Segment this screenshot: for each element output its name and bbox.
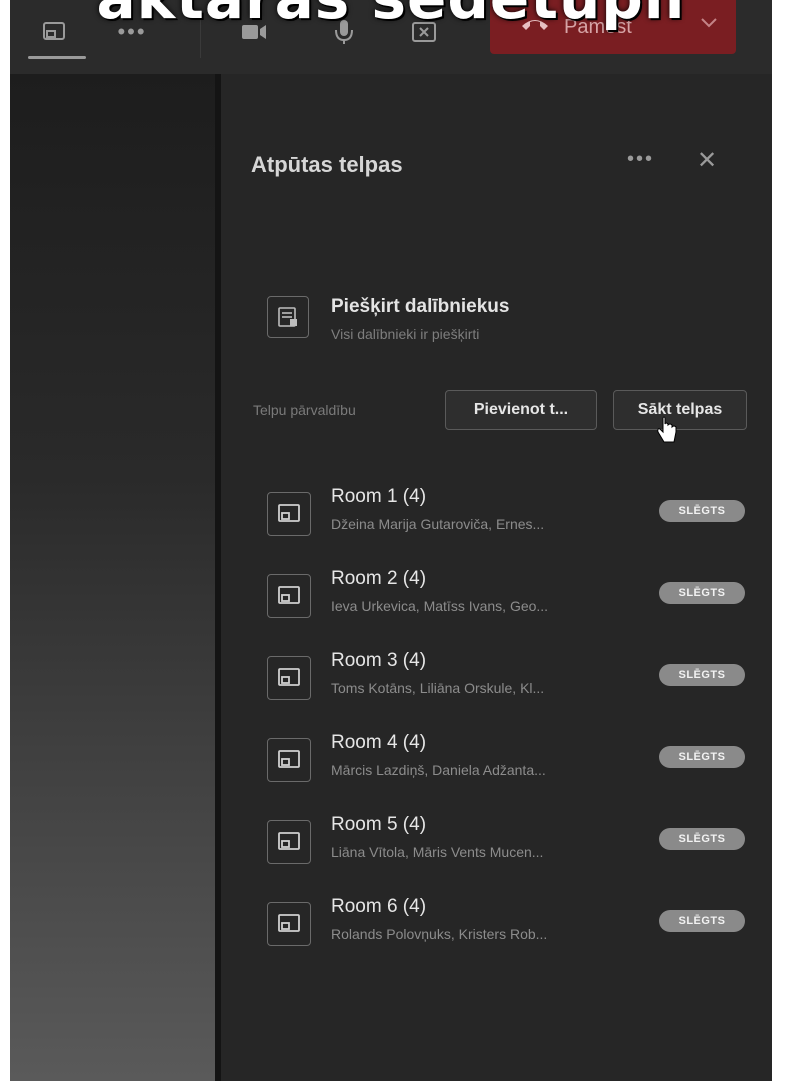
status-badge: SLĒGTS <box>659 746 745 768</box>
meeting-window: ••• Pamest aktarās sēdētupli Atpūtas tel… <box>10 0 772 1081</box>
status-badge: SLĒGTS <box>659 664 745 686</box>
meeting-stage <box>10 74 215 1081</box>
room-name: Room 3 (4) <box>331 650 427 671</box>
assign-participants-icon[interactable] <box>267 296 309 338</box>
room-members: Džeina Marija Gutaroviča, Ernes... <box>331 516 545 532</box>
room-icon <box>267 738 311 782</box>
active-tab-indicator <box>28 56 86 59</box>
list-item[interactable]: Room 5 (4) Liāna Vītola, Māris Vents Muc… <box>221 812 772 876</box>
list-item[interactable]: Room 3 (4) Toms Kotāns, Liliāna Orskule,… <box>221 648 772 712</box>
room-members: Liāna Vītola, Māris Vents Mucen... <box>331 844 544 860</box>
more-options-icon[interactable]: ••• <box>627 148 654 171</box>
room-name: Room 5 (4) <box>331 814 427 835</box>
room-members: Ieva Urkevica, Matīss Ivans, Geo... <box>331 598 549 614</box>
room-icon <box>267 574 311 618</box>
room-members: Toms Kotāns, Liliāna Orskule, Kl... <box>331 680 545 696</box>
status-badge: SLĒGTS <box>659 910 745 932</box>
room-name: Room 4 (4) <box>331 732 427 753</box>
status-badge: SLĒGTS <box>659 582 745 604</box>
status-badge: SLĒGTS <box>659 828 745 850</box>
close-icon[interactable]: ✕ <box>697 146 717 175</box>
room-name: Room 2 (4) <box>331 568 427 589</box>
list-item[interactable]: Room 1 (4) Džeina Marija Gutaroviča, Ern… <box>221 484 772 548</box>
list-item[interactable]: Room 6 (4) Rolands Polovņuks, Kristers R… <box>221 894 772 958</box>
room-icon <box>267 820 311 864</box>
room-members: Mārcis Lazdiņš, Daniela Adžanta... <box>331 762 546 778</box>
assign-subtitle: Visi dalībnieki ir piešķirti <box>331 326 480 342</box>
room-name: Room 6 (4) <box>331 896 427 917</box>
room-icon <box>267 656 311 700</box>
room-name: Room 1 (4) <box>331 486 427 507</box>
hand-cursor-icon <box>655 416 679 446</box>
room-management-label: Telpu pārvaldību <box>253 402 356 418</box>
list-item[interactable]: Room 4 (4) Mārcis Lazdiņš, Daniela Adžan… <box>221 730 772 794</box>
room-members: Rolands Polovņuks, Kristers Rob... <box>331 926 548 942</box>
room-icon <box>267 902 311 946</box>
status-badge: SLĒGTS <box>659 500 745 522</box>
video-caption: aktarās sēdētupli <box>10 0 772 32</box>
panel-title: Atpūtas telpas <box>251 152 403 177</box>
list-item[interactable]: Room 2 (4) Ieva Urkevica, Matīss Ivans, … <box>221 566 772 630</box>
breakout-rooms-panel: Atpūtas telpas ••• ✕ Piešķirt dalībnieku… <box>221 74 772 1081</box>
add-room-button[interactable]: Pievienot t... <box>445 390 597 430</box>
room-icon <box>267 492 311 536</box>
start-rooms-button[interactable]: Sākt telpas <box>613 390 747 430</box>
assign-title[interactable]: Piešķirt dalībniekus <box>331 296 509 318</box>
